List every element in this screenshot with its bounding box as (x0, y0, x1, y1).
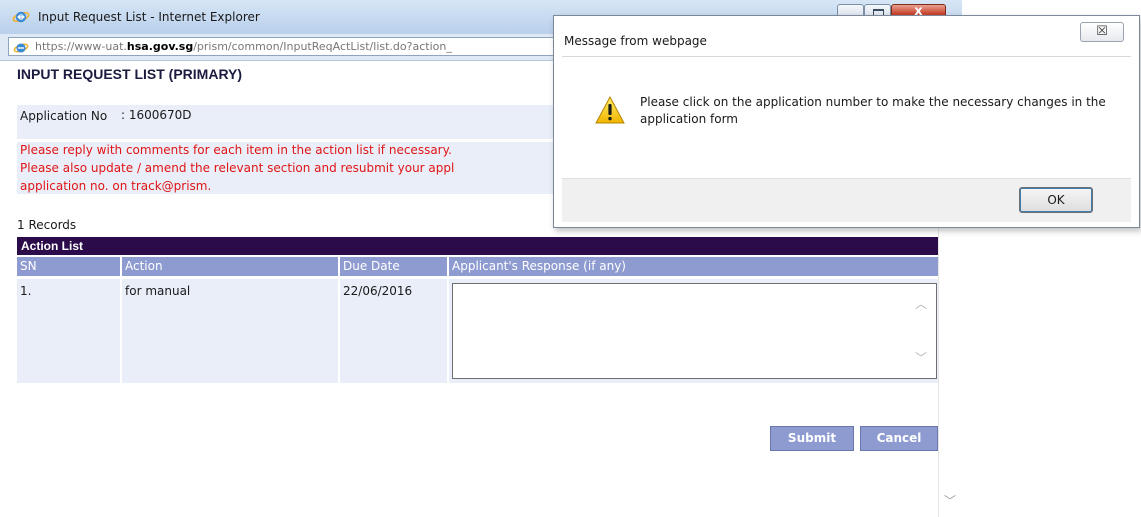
application-no-value[interactable]: : 1600670D (121, 108, 192, 122)
message-dialog: Message from webpage ☒ Please click on t… (553, 15, 1140, 228)
dialog-titlebar[interactable]: Message from webpage ☒ (554, 16, 1139, 56)
cell-sn: 1. (17, 279, 120, 383)
warning-icon (595, 95, 625, 128)
column-header-due-date: Due Date (340, 257, 447, 276)
chevron-up-icon[interactable]: ︿ (915, 295, 927, 312)
instructions: Please reply with comments for each item… (17, 142, 557, 194)
column-header-response: Applicant's Response (if any) (449, 257, 939, 276)
dialog-title: Message from webpage (564, 34, 707, 48)
chevron-down-icon[interactable]: ﹀ (944, 492, 956, 509)
window-title: Input Request List - Internet Explorer (38, 10, 260, 24)
url-prefix: https://www-uat. (35, 40, 127, 53)
url-domain: hsa.gov.sg (126, 40, 194, 53)
action-list-header: Action List (17, 237, 939, 255)
table-row: 1. for manual 22/06/2016 ︿ ﹀ (17, 279, 939, 383)
action-list-title: Action List (21, 239, 83, 253)
close-icon: ☒ (1096, 24, 1108, 39)
response-textarea[interactable] (452, 283, 937, 379)
instruction-line: Please also update / amend the relevant … (20, 161, 455, 175)
ok-button[interactable]: OK (1019, 187, 1093, 213)
instruction-line: application no. on track@prism. (20, 179, 212, 193)
dialog-body: Please click on the application number t… (562, 56, 1131, 179)
column-header-action: Action (122, 257, 338, 276)
records-count: 1 Records (17, 218, 77, 232)
table-header-row: SN Action Due Date Applicant's Response … (17, 257, 939, 276)
column-header-sn: SN (17, 257, 120, 276)
screen: Input Request List - Internet Explorer x… (0, 0, 1141, 517)
url-path: /prism/common/InputReqActList/list.do?ac… (193, 40, 452, 53)
submit-button[interactable]: Submit (770, 426, 854, 451)
cell-response: ︿ ﹀ (449, 279, 939, 383)
page-title: INPUT REQUEST LIST (PRIMARY) (17, 66, 243, 82)
cell-action: for manual (122, 279, 338, 383)
ie-page-icon (13, 40, 29, 55)
cell-due-date: 22/06/2016 (340, 279, 447, 383)
application-no-row: Application No : 1600670D (17, 105, 557, 139)
ie-logo-icon (12, 9, 30, 29)
dialog-message: Please click on the application number t… (640, 95, 1106, 126)
chevron-down-icon[interactable]: ﹀ (915, 349, 927, 366)
cancel-button[interactable]: Cancel (860, 426, 938, 451)
address-url: https://www-uat.hsa.gov.sg/prism/common/… (35, 40, 452, 53)
address-input[interactable]: https://www-uat.hsa.gov.sg/prism/common/… (8, 37, 560, 56)
dialog-close-button[interactable]: ☒ (1080, 22, 1124, 42)
dialog-footer: OK (562, 178, 1131, 222)
instruction-line: Please reply with comments for each item… (20, 143, 452, 157)
application-no-label: Application No (20, 109, 108, 123)
